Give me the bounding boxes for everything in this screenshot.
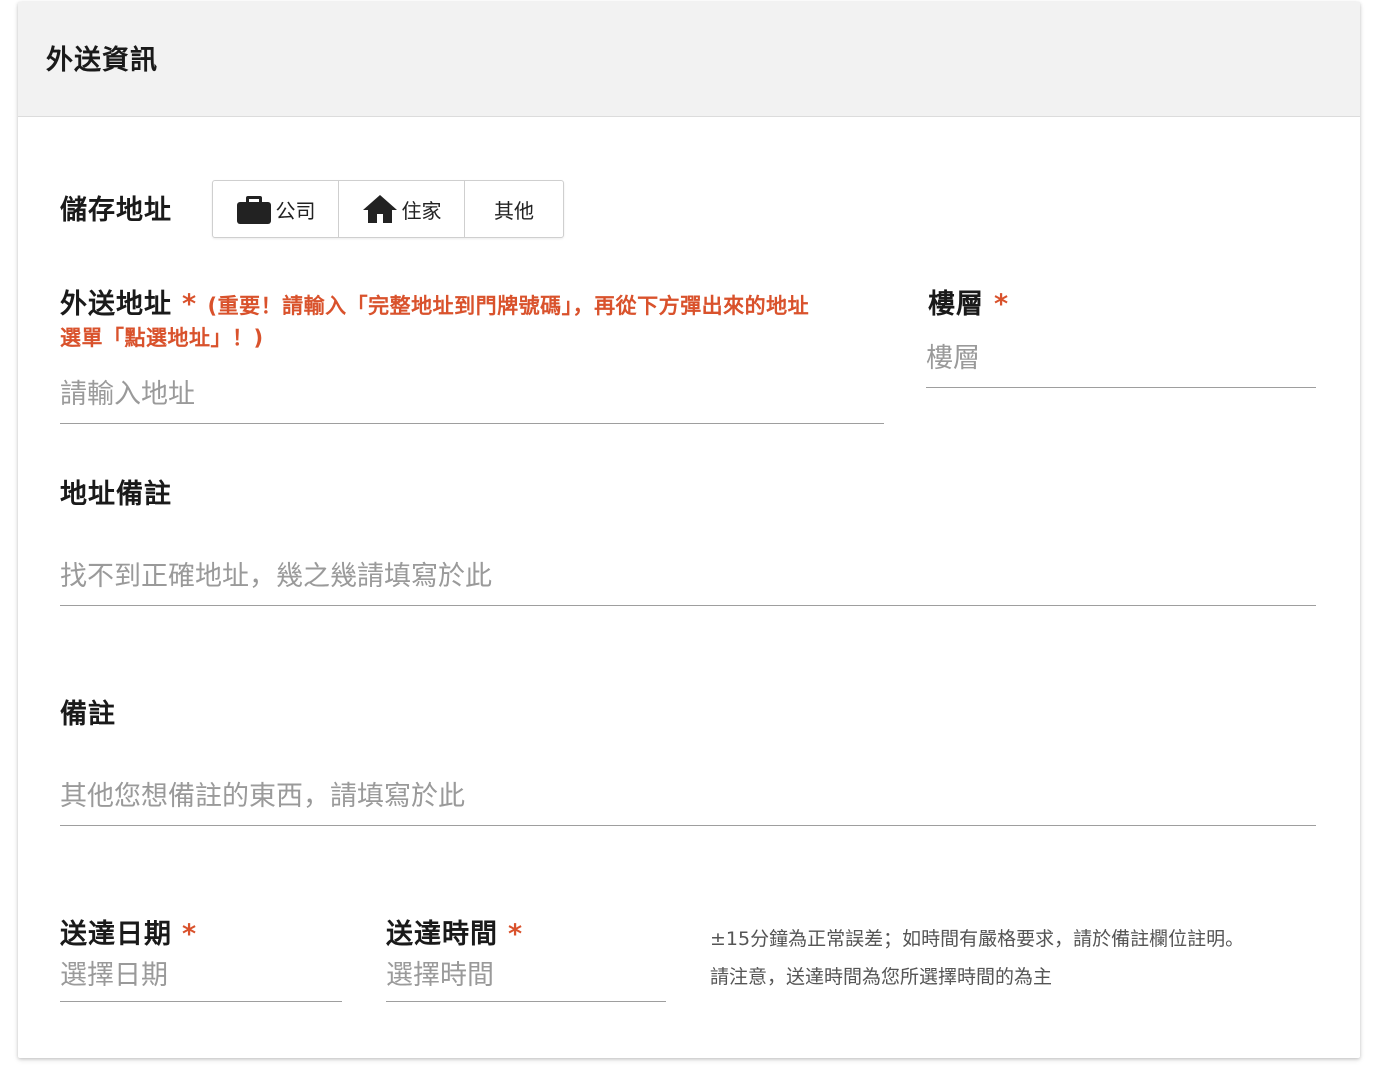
- address-warning-line2: 選單「點選地址」！): [60, 326, 264, 350]
- delivery-info-card: 外送資訊 儲存地址 公司 住家 其他 外送地址 * (重要！請輸入「完整地址到門牌…: [18, 2, 1360, 1058]
- home-icon: [362, 195, 397, 223]
- note-input[interactable]: [60, 774, 1316, 826]
- saved-address-selector: 公司 住家 其他: [212, 180, 564, 238]
- saved-address-option-home[interactable]: 住家: [339, 181, 465, 237]
- address-label-text: 外送地址: [60, 289, 172, 320]
- address-label: 外送地址 * (重要！請輸入「完整地址到門牌號碼」，再從下方彈出來的地址: [60, 282, 809, 321]
- address-input[interactable]: [60, 372, 884, 424]
- note-label: 備註: [60, 699, 116, 730]
- time-hint-line2: 請注意，送達時間為您所選擇時間的為主: [710, 966, 1053, 988]
- address-note-label: 地址備註: [60, 479, 172, 510]
- delivery-date-label: 送達日期 *: [60, 912, 197, 951]
- address-warning-line1: (重要！請輸入「完整地址到門牌號碼」，再從下方彈出來的地址: [207, 294, 810, 318]
- delivery-time-label-text: 送達時間: [386, 919, 498, 950]
- briefcase-icon: [236, 196, 271, 224]
- floor-required-mark: *: [994, 289, 1010, 320]
- card-title: 外送資訊: [46, 45, 158, 76]
- floor-input[interactable]: [926, 336, 1316, 388]
- option-company-label: 公司: [275, 198, 316, 223]
- delivery-time-label: 送達時間 *: [386, 912, 523, 951]
- floor-label: 樓層 *: [928, 282, 1009, 321]
- address-note-input[interactable]: [60, 554, 1316, 606]
- delivery-time-picker[interactable]: [386, 956, 666, 1002]
- address-required-mark: *: [182, 289, 198, 320]
- delivery-date-required-mark: *: [182, 919, 198, 950]
- saved-address-label: 儲存地址: [60, 195, 172, 226]
- saved-address-option-other[interactable]: 其他: [465, 181, 563, 237]
- delivery-time-hint: ±15分鐘為正常誤差；如時間有嚴格要求，請於備註欄位註明。 請注意，送達時間為您…: [710, 920, 1244, 996]
- saved-address-option-company[interactable]: 公司: [213, 181, 339, 237]
- delivery-time-required-mark: *: [508, 919, 524, 950]
- time-hint-line1: ±15分鐘為正常誤差；如時間有嚴格要求，請於備註欄位註明。: [710, 928, 1245, 950]
- floor-label-text: 樓層: [928, 289, 984, 320]
- delivery-date-label-text: 送達日期: [60, 919, 172, 950]
- delivery-date-picker[interactable]: [60, 956, 342, 1002]
- option-other-label: 其他: [494, 198, 534, 223]
- option-home-label: 住家: [401, 198, 442, 223]
- card-header: 外送資訊: [18, 2, 1360, 117]
